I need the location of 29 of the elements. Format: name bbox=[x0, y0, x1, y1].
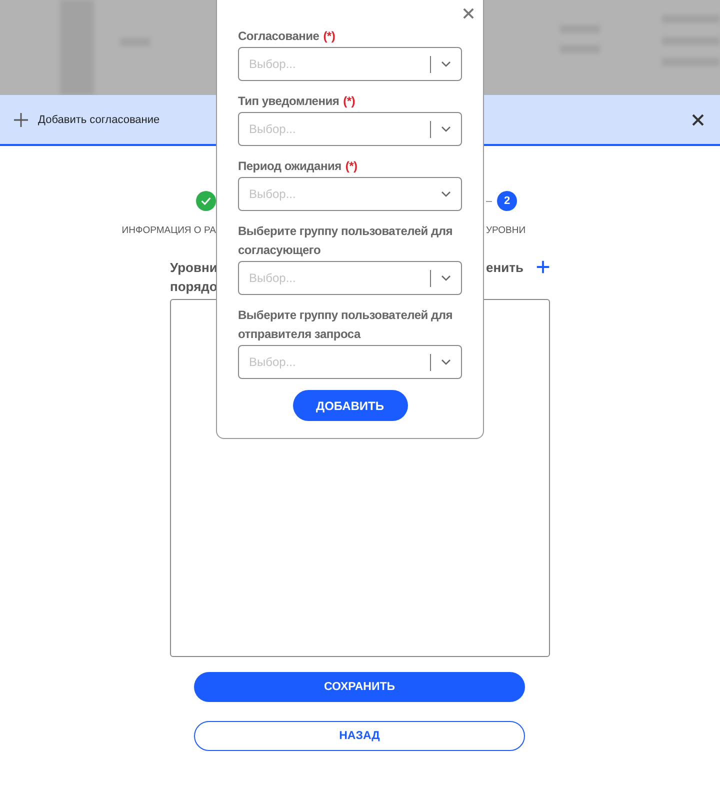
close-icon[interactable] bbox=[463, 8, 474, 19]
panel-title: Уровни bbox=[170, 259, 218, 277]
save-button[interactable]: СОХРАНИТЬ bbox=[194, 672, 525, 702]
select-field[interactable]: Выбор... bbox=[238, 345, 462, 379]
select-field[interactable]: Выбор... bbox=[238, 261, 462, 295]
step-label: УРОВНИ bbox=[486, 225, 526, 236]
panel-title: енить bbox=[486, 259, 524, 277]
select-field[interactable]: Выбор... bbox=[238, 177, 462, 211]
close-icon[interactable] bbox=[692, 114, 704, 126]
chevron-down-icon bbox=[441, 275, 451, 281]
toolbar-title: Добавить согласование bbox=[38, 114, 160, 126]
add-icon[interactable] bbox=[536, 260, 550, 274]
select-field[interactable]: Выбор... bbox=[238, 112, 462, 146]
select-field[interactable]: Выбор... bbox=[238, 47, 462, 81]
step-number: 2 bbox=[497, 191, 517, 211]
field-label: Согласование (*) bbox=[238, 28, 336, 45]
field-label: Период ожидания (*) bbox=[238, 158, 358, 175]
panel-title: порядо bbox=[170, 278, 218, 296]
plus-icon[interactable] bbox=[13, 112, 29, 128]
chevron-down-icon bbox=[441, 359, 451, 365]
step-label: ИНФОРМАЦИЯ О РА bbox=[122, 225, 216, 236]
chevron-down-icon bbox=[441, 191, 451, 197]
field-label: Тип уведомления (*) bbox=[238, 93, 356, 110]
field-label: Выберите группу пользователей для согласующего bbox=[238, 223, 454, 259]
field-label: Выберите группу пользователей для отправителя запроса bbox=[238, 307, 454, 343]
chevron-down-icon bbox=[441, 61, 451, 67]
back-button[interactable]: НАЗАД bbox=[194, 721, 525, 751]
add-button[interactable]: ДОБАВИТЬ bbox=[292, 390, 408, 421]
chevron-down-icon bbox=[441, 126, 451, 132]
